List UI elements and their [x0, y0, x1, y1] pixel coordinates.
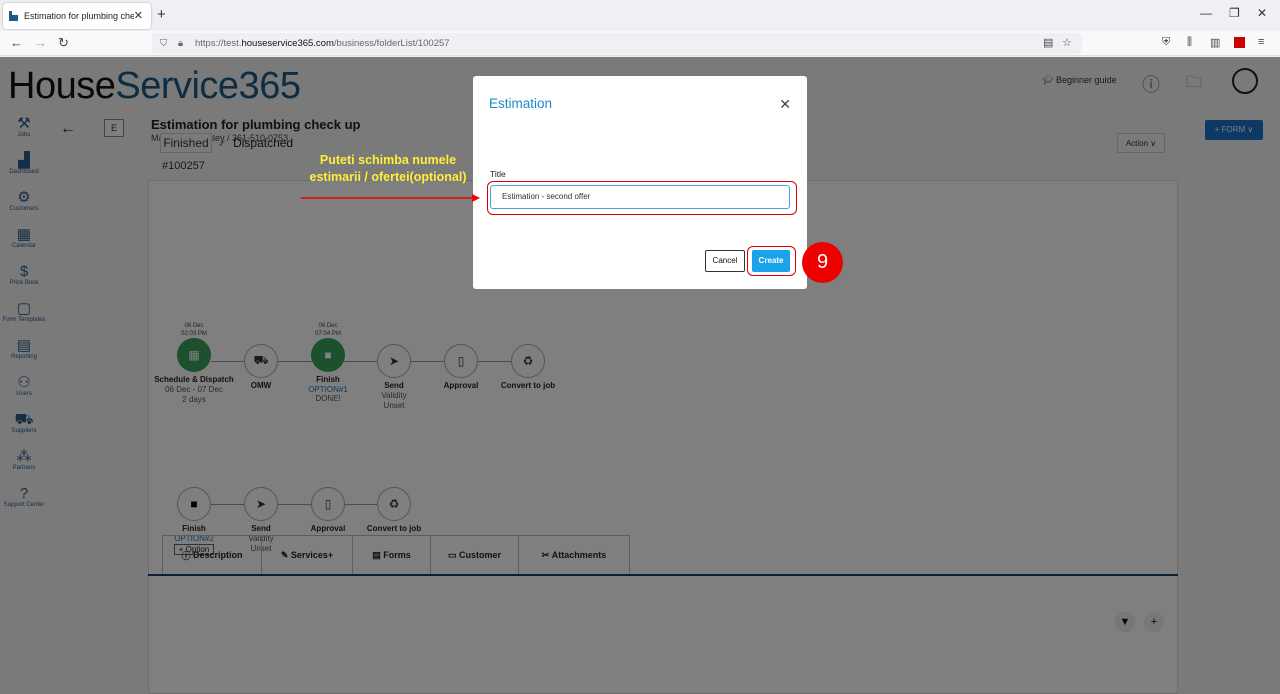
- window-close-icon[interactable]: ✕: [1257, 6, 1267, 20]
- back-icon[interactable]: ←: [10, 35, 23, 50]
- extension-icon[interactable]: [1234, 37, 1245, 48]
- reader-view-icon[interactable]: ▤: [1043, 36, 1053, 49]
- annotation-text: Puteti schimba numele estimarii / oferte…: [309, 153, 467, 184]
- restore-icon[interactable]: ❐: [1229, 6, 1240, 20]
- browser-tab-title: Estimation for plumbing check up: [24, 11, 134, 21]
- new-tab-icon[interactable]: +: [157, 6, 166, 23]
- library-icon[interactable]: ⫼: [1187, 36, 1192, 49]
- close-icon[interactable]: ✕: [779, 96, 791, 113]
- address-bar[interactable]: ⛉ 🔒︎ https://test.houseservice365.com/bu…: [152, 33, 1082, 54]
- sidebar-toggle-icon[interactable]: ▥: [1210, 36, 1220, 49]
- lock-icon: 🔒︎: [178, 38, 184, 49]
- menu-icon[interactable]: ≡: [1258, 36, 1264, 48]
- modal-title: Estimation: [489, 96, 553, 111]
- browser-tab-bar: Estimation for plumbing check up ✕ + — ❐…: [0, 0, 1280, 31]
- title-field-label: Title: [490, 169, 506, 179]
- cancel-button[interactable]: Cancel: [705, 250, 745, 272]
- houseservice-favicon-icon: [9, 11, 19, 21]
- reload-icon[interactable]: ↻: [58, 35, 69, 51]
- shield-icon: ⛉: [160, 38, 168, 49]
- bookmark-star-icon[interactable]: ☆: [1062, 36, 1072, 49]
- forward-icon[interactable]: →: [34, 35, 47, 50]
- url-path: /business/folderList/100257: [333, 38, 450, 49]
- title-input[interactable]: Estimation - second offer: [490, 185, 790, 209]
- pocket-icon[interactable]: ⛨: [1162, 36, 1170, 49]
- close-tab-icon[interactable]: ✕: [134, 9, 143, 22]
- url-domain: houseservice365.com: [241, 38, 334, 49]
- browser-tab[interactable]: Estimation for plumbing check up ✕: [3, 3, 151, 29]
- url-prefix: https://test.: [195, 38, 242, 49]
- step-number-marker: 9: [802, 242, 843, 283]
- navigation-bar: ← → ↻ ⛉ 🔒︎ https://test.houseservice365.…: [0, 31, 1280, 56]
- minimize-icon[interactable]: —: [1200, 6, 1212, 20]
- highlight-box-create: [747, 246, 796, 276]
